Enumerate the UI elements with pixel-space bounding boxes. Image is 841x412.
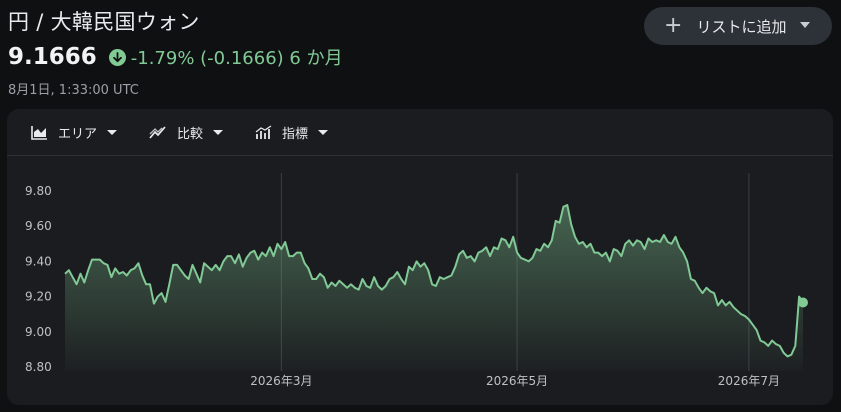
last-price-point[interactable] [798,297,808,308]
chart-card: 2026年3月 2026年5月 2026年7月 9.80 9.60 9.40 9.20 9.0… [7,109,833,405]
price-area [65,205,803,371]
x-tick-label: 2026年5月 [486,374,548,388]
chevron-down-icon [318,129,329,135]
indicators-icon [255,125,272,139]
chart-type-dropdown[interactable]: エリア [31,123,118,142]
y-tick-label: 9.20 [25,290,52,304]
y-tick-label: 9.60 [25,219,52,233]
area-chart-icon [31,125,47,140]
add-to-list-label: リストに追加 [696,17,787,36]
compare-icon [149,125,166,139]
quote-row: 9.1666 -1.79% (-0.1666) 6 か月 [8,44,343,70]
chevron-down-icon [107,129,118,135]
page-title: 円 / 大韓民国ウォン [8,10,200,34]
compare-label: 比較 [177,126,204,142]
chart-toolbar: エリア 比較 指標 [7,109,833,156]
y-tick-label: 9.80 [25,184,52,198]
x-tick-label: 2026年7月 [718,374,780,388]
indicators-label: 指標 [282,126,309,142]
add-to-list-button[interactable]: + リストに追加 [644,7,832,45]
y-tick-label: 8.80 [25,360,52,374]
chevron-down-icon [213,129,224,135]
current-price: 9.1666 [8,44,97,70]
price-change: -1.79% (-0.1666) 6 か月 [130,48,343,69]
indicators-dropdown[interactable]: 指標 [255,123,329,142]
x-tick-label: 2026年3月 [250,374,312,388]
chevron-down-icon [800,22,810,28]
compare-dropdown[interactable]: 比較 [149,123,224,142]
quote-timestamp: 8月1日, 1:33:00 UTC [8,83,139,98]
arrow-down-circle-icon [108,48,126,66]
y-tick-label: 9.40 [25,254,52,268]
plus-icon: + [664,13,683,38]
chart-type-label: エリア [58,126,98,142]
y-tick-label: 9.00 [25,325,52,339]
